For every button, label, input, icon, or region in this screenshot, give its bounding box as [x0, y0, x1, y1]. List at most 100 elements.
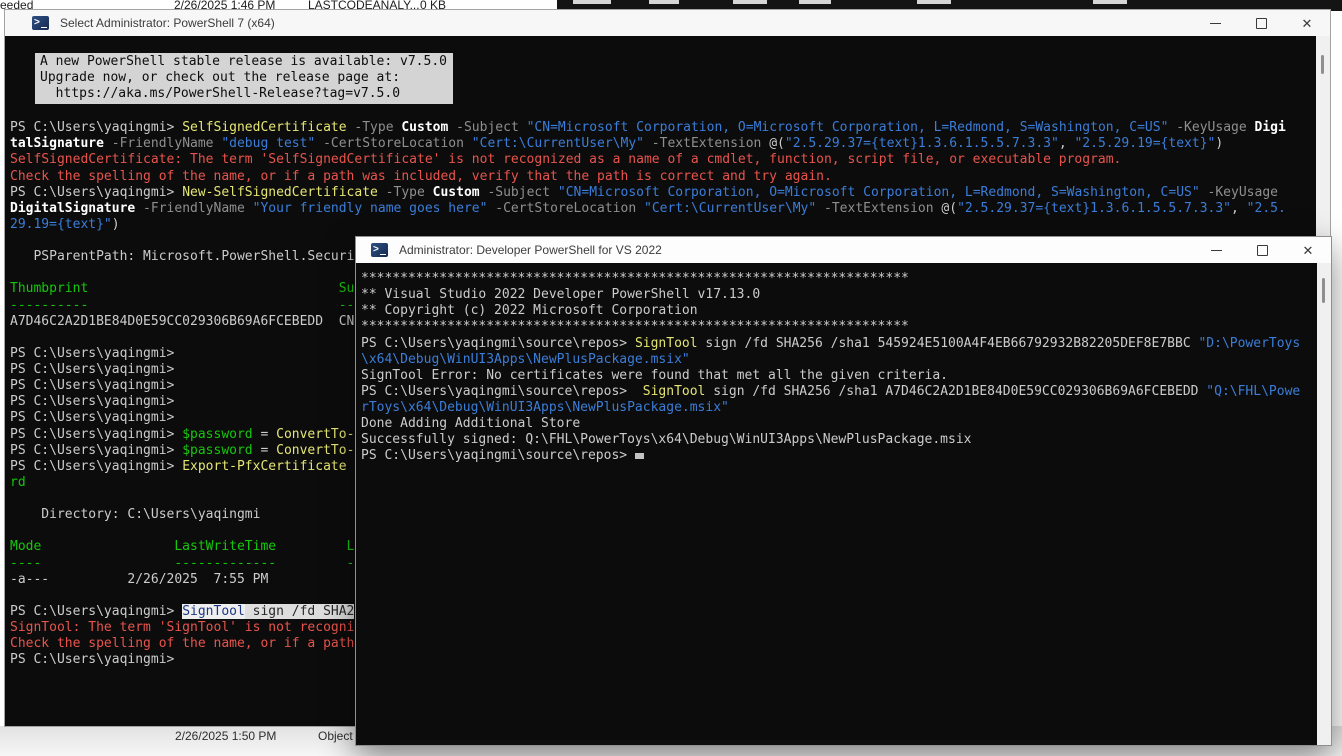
terminal-text: rd — [10, 475, 26, 490]
background-notch — [733, 0, 767, 4]
terminal-text: $password — [182, 443, 252, 458]
terminal-text: -Subject — [480, 185, 558, 200]
win2-scrollbar[interactable] — [1317, 263, 1331, 745]
terminal-text: Successfully signed: Q:\FHL\PowerToys\x6… — [361, 432, 971, 447]
terminal-text: Thumbprint Su — [10, 281, 354, 296]
terminal-text: ConvertTo- — [276, 427, 354, 442]
terminal-text: PS C:\Users\yaqingmi> — [10, 459, 182, 474]
terminal-text: PS C:\Users\yaqingmi> — [10, 652, 182, 667]
dev-powershell-window: > Administrator: Developer PowerShell fo… — [355, 236, 1332, 746]
terminal-text: Done Adding Additional Store — [361, 416, 580, 431]
terminal-line: PS C:\Users\yaqingmi\source\repos> SignT… — [361, 384, 1317, 400]
win2-maximize-button[interactable] — [1239, 237, 1285, 263]
background-notch — [917, 0, 951, 4]
terminal-text: ---- ------------- - — [10, 556, 354, 571]
background-notch — [573, 0, 611, 4]
terminal-text: SelfSignedCertificate: The term 'SelfSig… — [10, 152, 1121, 167]
terminal-text: -CertStoreLocation — [315, 136, 472, 151]
terminal-text: "2.5. — [1247, 201, 1286, 216]
terminal-line: Done Adding Additional Store — [361, 416, 1317, 432]
terminal-text: -a--- 2/26/2025 7:55 PM — [10, 572, 268, 587]
terminal-line: Check the spelling of the name, or if a … — [10, 169, 1316, 185]
win1-close-button[interactable]: ✕ — [1284, 10, 1330, 36]
terminal-text: "Cert:\CurrentUser\My" — [644, 201, 816, 216]
terminal-line: \x64\Debug\WinUI3Apps\NewPlusPackage.msi… — [361, 352, 1317, 368]
terminal-text: -KeyUsage — [1168, 120, 1254, 135]
terminal-text: "2.5.29.37={text}1.3.6.1.5.5.7.3.3" — [957, 201, 1231, 216]
terminal-line — [10, 104, 1316, 120]
terminal-text: ** Copyright (c) 2022 Microsoft Corporat… — [361, 303, 698, 318]
win1-minimize-button[interactable] — [1192, 10, 1238, 36]
terminal-text: SignTool Error: No certificates were fou… — [361, 368, 948, 383]
terminal-text: "debug test" — [221, 136, 315, 151]
terminal-text: 29.19={text}" — [10, 217, 112, 232]
minimize-icon — [1211, 250, 1222, 251]
win2-terminal[interactable]: ****************************************… — [356, 263, 1317, 745]
terminal-text: = — [253, 443, 276, 458]
win1-scrollbar-thumb[interactable] — [1321, 55, 1324, 74]
close-icon: ✕ — [1303, 244, 1314, 257]
notice-line: Upgrade now, or check out the release pa… — [40, 70, 447, 86]
terminal-text: PS C:\Users\yaqingmi> — [10, 362, 182, 377]
terminal-text: -TextExtension — [644, 136, 769, 151]
terminal-text: "CN=Microsoft Corporation, O=Microsoft C… — [527, 120, 1169, 135]
minimize-icon — [1210, 23, 1221, 24]
terminal-line: 29.19={text}") — [10, 217, 1316, 233]
notice-line: https://aka.ms/PowerShell-Release?tag=v7… — [40, 86, 447, 102]
terminal-line: ****************************************… — [361, 319, 1317, 335]
win2-title: Administrator: Developer PowerShell for … — [399, 243, 662, 257]
terminal-text: -TextExtension — [816, 201, 941, 216]
terminal-text: -FriendlyName — [104, 136, 221, 151]
terminal-line: PS C:\Users\yaqingmi> SelfSignedCertific… — [10, 120, 1316, 136]
terminal-text: ) — [1215, 136, 1223, 151]
terminal-text: Directory: C:\Users\yaqingmi — [10, 507, 260, 522]
terminal-text: sign /fd SHA256 /sha1 A7D46C2A2D1BE84D0E… — [705, 384, 1206, 399]
win2-titlebar[interactable]: > Administrator: Developer PowerShell fo… — [356, 237, 1331, 263]
terminal-text: PS C:\Users\yaqingmi> — [10, 346, 182, 361]
terminal-text: PS C:\Users\yaqingmi> — [10, 410, 182, 425]
terminal-text: ** Visual Studio 2022 Developer PowerShe… — [361, 287, 760, 302]
close-icon: ✕ — [1302, 17, 1313, 30]
terminal-text: = — [253, 427, 276, 442]
win2-scrollbar-thumb[interactable] — [1322, 278, 1325, 303]
terminal-text: PS C:\Users\yaqingmi\source\repos> — [361, 336, 635, 351]
win1-titlebar[interactable]: > Select Administrator: PowerShell 7 (x6… — [5, 10, 1330, 36]
terminal-text: SignTool — [643, 384, 706, 399]
terminal-text: DigitalSignature — [10, 201, 135, 216]
terminal-line: SignTool Error: No certificates were fou… — [361, 368, 1317, 384]
win2-minimize-button[interactable] — [1193, 237, 1239, 263]
file-type-fragment: Object — [318, 729, 353, 743]
terminal-text: PS C:\Users\yaqingmi> — [10, 394, 182, 409]
terminal-text: ****************************************… — [361, 319, 909, 334]
terminal-text: SignTool — [182, 604, 245, 619]
terminal-text: PS C:\Users\yaqingmi\source\repos> — [361, 384, 643, 399]
terminal-text: sign /fd SHA2 — [245, 604, 355, 619]
terminal-line: ****************************************… — [361, 271, 1317, 287]
terminal-text: SignTool — [635, 336, 698, 351]
maximize-icon — [1257, 245, 1268, 256]
terminal-text: -Type — [347, 120, 402, 135]
terminal-text: Export-PfxCertificate — [182, 459, 346, 474]
terminal-text: , — [1231, 201, 1247, 216]
terminal-text: Custom — [433, 185, 480, 200]
terminal-line: Successfully signed: Q:\FHL\PowerToys\x6… — [361, 432, 1317, 448]
terminal-line: PS C:\Users\yaqingmi> New-SelfSignedCert… — [10, 185, 1316, 201]
background-notch — [1093, 0, 1127, 4]
powershell-icon: > — [32, 16, 49, 30]
terminal-text: Check the spelling of the name, or if a … — [10, 636, 354, 651]
win2-close-button[interactable]: ✕ — [1285, 237, 1331, 263]
terminal-line: rToys\x64\Debug\WinUI3Apps\NewPlusPackag… — [361, 400, 1317, 416]
terminal-text: SelfSignedCertificate — [182, 120, 346, 135]
terminal-text: talSignature — [10, 136, 104, 151]
terminal-text: "D:\PowerToys — [1198, 336, 1300, 351]
win1-maximize-button[interactable] — [1238, 10, 1284, 36]
terminal-line: ** Copyright (c) 2022 Microsoft Corporat… — [361, 303, 1317, 319]
terminal-text: PS C:\Users\yaqingmi> — [10, 604, 182, 619]
terminal-text: -CertStoreLocation — [487, 201, 644, 216]
terminal-line: talSignature -FriendlyName "debug test" … — [10, 136, 1316, 152]
file-date-fragment: 2/26/2025 1:50 PM — [175, 729, 276, 743]
terminal-text: "Your friendly name goes here" — [253, 201, 488, 216]
terminal-text: ConvertTo- — [276, 443, 354, 458]
terminal-text: \x64\Debug\WinUI3Apps\NewPlusPackage.msi… — [361, 352, 690, 367]
background-notch — [649, 0, 679, 4]
